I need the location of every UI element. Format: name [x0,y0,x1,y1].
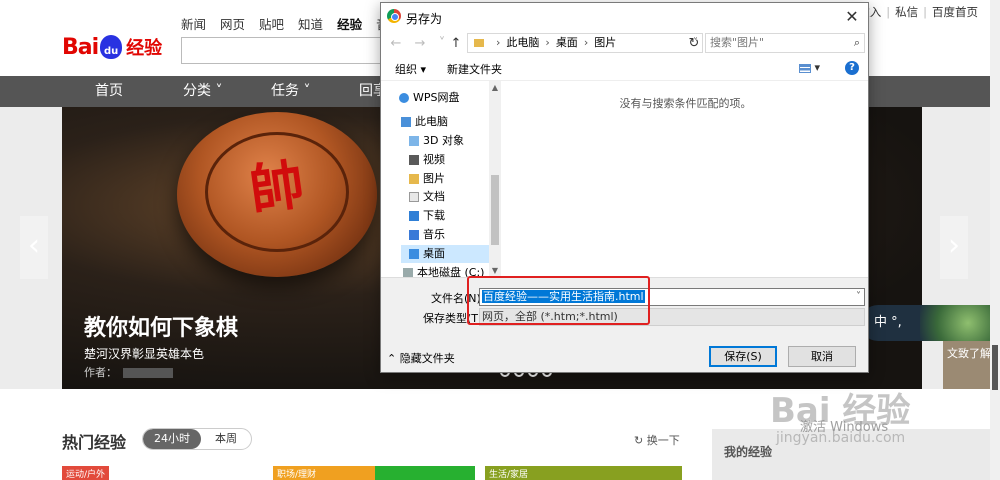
page-scrollbar[interactable] [990,0,1000,480]
swap-button[interactable]: ↻ 换一下 [634,432,680,448]
logo-paw-icon: du [100,35,123,59]
chess-piece-character: 帥 [245,151,309,223]
my-experience-title: 我的经验 [724,445,773,459]
logo-jingyan-text: 经验 [126,38,163,59]
time-range-toggle: 24小时 本周 [142,428,252,450]
carousel-next-arrow-icon[interactable]: › [940,216,968,279]
document-icon [409,192,419,202]
breadcrumb-pictures[interactable]: 图片 [594,36,616,49]
refresh-icon[interactable]: ↻ [685,35,703,53]
music-icon [409,230,419,240]
hot-cards: 运动/户外 职场/理财 生活/家居 [62,466,682,480]
hide-folders-toggle[interactable]: ⌃ 隐藏文件夹 [387,350,455,366]
card-tag-life[interactable]: 生活/家居 [485,466,682,480]
picture-icon [409,174,419,184]
save-button[interactable]: 保存(S) [709,346,777,367]
tree-item-3d-objects[interactable]: 3D 对象 [409,132,464,150]
tree-item-pictures[interactable]: 图片 [409,170,445,188]
dialog-titlebar[interactable]: 另存为 ✕ [381,3,868,31]
tree-item-documents[interactable]: 文档 [409,188,445,206]
tree-item-music[interactable]: 音乐 [409,226,445,244]
topnav-web[interactable]: 网页 [220,14,245,33]
baidu-jingyan-logo[interactable]: Bai du 经验 [62,34,162,60]
cube-icon [409,136,419,146]
tree-item-wps-cloud[interactable]: WPS网盘 [399,89,460,107]
tab-24h[interactable]: 24小时 [143,429,201,449]
tree-item-downloads[interactable]: 下载 [409,207,445,225]
card-tag-sports[interactable]: 运动/户外 [62,466,110,480]
scroll-down-icon[interactable]: ▼ [489,266,501,275]
refresh-icon: ↻ [634,434,644,447]
file-list-area[interactable]: 没有与搜索条件匹配的项。 [503,81,868,277]
logo-bai-text: Bai [62,34,99,60]
address-breadcrumb[interactable]: › 此电脑 › 桌面 › 图片 ˅ [467,33,703,53]
dialog-title: 另存为 [406,12,443,26]
hot-experience-title: 热门经验 [62,433,127,452]
scroll-up-icon[interactable]: ▲ [489,83,501,92]
carousel-prev-arrow-icon[interactable]: ‹ [20,216,48,279]
topnav-jingyan[interactable]: 经验 [337,14,362,33]
top-nav: 新闻 网页 贴吧 知道 经验 音乐 [181,14,401,33]
baidu-watermark-url: jingyan.baidu.com [776,430,906,446]
toplink-baidu-home[interactable]: 百度首页 [932,5,978,19]
card-image-green[interactable] [375,466,475,480]
mainnav-home[interactable]: 首页 [95,76,123,107]
side-thumbnail-text: 文致了解 [947,347,991,360]
breadcrumb-pc[interactable]: 此电脑 [506,36,539,49]
download-icon [409,211,419,221]
close-icon[interactable]: ✕ [840,5,864,29]
search-placeholder: 搜索"图片" [710,36,765,49]
banner-author: 作者： [84,364,173,380]
widget-text: 中 °, [874,315,902,330]
view-icon [799,63,811,73]
desktop-icon [409,249,419,259]
topnav-news[interactable]: 新闻 [181,14,206,33]
toplink-messages[interactable]: 私信 [895,5,918,19]
navigation-tree: WPS网盘 此电脑 3D 对象 视频 图片 文档 下载 音乐 桌面 本地磁盘 (… [381,81,489,277]
topnav-zhidao[interactable]: 知道 [298,14,323,33]
chrome-icon [387,9,401,23]
folder-search-input[interactable]: 搜索"图片" ⌕ [705,33,865,53]
widget-decoration-image [920,305,1000,341]
banner-subtitle: 楚河汉界彰显英雄本色 [84,347,205,361]
up-arrow-icon[interactable]: ↑ [447,35,465,53]
help-icon[interactable]: ? [845,61,859,75]
tree-item-videos[interactable]: 视频 [409,151,445,169]
forward-arrow-icon[interactable]: → [411,35,429,53]
organize-menu[interactable]: 组织 ▾ [395,61,426,77]
tree-scroll-thumb[interactable] [491,175,499,245]
computer-icon [401,117,411,127]
card-tag-career[interactable]: 职场/理财 [273,466,375,480]
baidu-watermark: Bai 经验 [770,391,911,431]
view-options-button[interactable]: ▾ [799,61,820,74]
tree-scrollbar[interactable]: ▲ ▼ [489,81,501,277]
breadcrumb-desktop[interactable]: 桌面 [556,36,578,49]
tree-item-this-pc[interactable]: 此电脑 [401,113,448,131]
cancel-button[interactable]: 取消 [788,346,856,367]
new-folder-button[interactable]: 新建文件夹 [447,61,502,77]
address-bar-row: ← → ˅ ↑ › 此电脑 › 桌面 › 图片 ˅ ↻ 搜索"图片" ⌕ [381,31,868,57]
banner-title[interactable]: 教你如何下象棋 [84,310,238,342]
tab-week[interactable]: 本周 [201,429,251,449]
chess-piece-image: 帥 [177,112,377,277]
chevron-up-icon: ⌃ [387,352,397,365]
drive-icon [403,268,413,277]
back-arrow-icon[interactable]: ← [387,35,405,53]
folder-icon [474,39,484,47]
floating-widget[interactable]: 中 °, [860,305,1000,341]
dialog-toolbar: 组织 ▾ 新建文件夹 ▾ ? [381,57,868,81]
search-icon: ⌕ [853,36,860,49]
mainnav-tasks[interactable]: 任务 ˅ [271,76,310,107]
video-icon [409,155,419,165]
empty-results-message: 没有与搜索条件匹配的项。 [619,97,752,110]
cloud-icon [399,93,409,103]
highlight-annotation-box [467,276,650,325]
topnav-tieba[interactable]: 贴吧 [259,14,284,33]
mainnav-category[interactable]: 分类 ˅ [183,76,222,107]
filename-dropdown-icon[interactable]: ˅ [856,289,861,305]
tree-item-desktop[interactable]: 桌面 [401,245,489,263]
